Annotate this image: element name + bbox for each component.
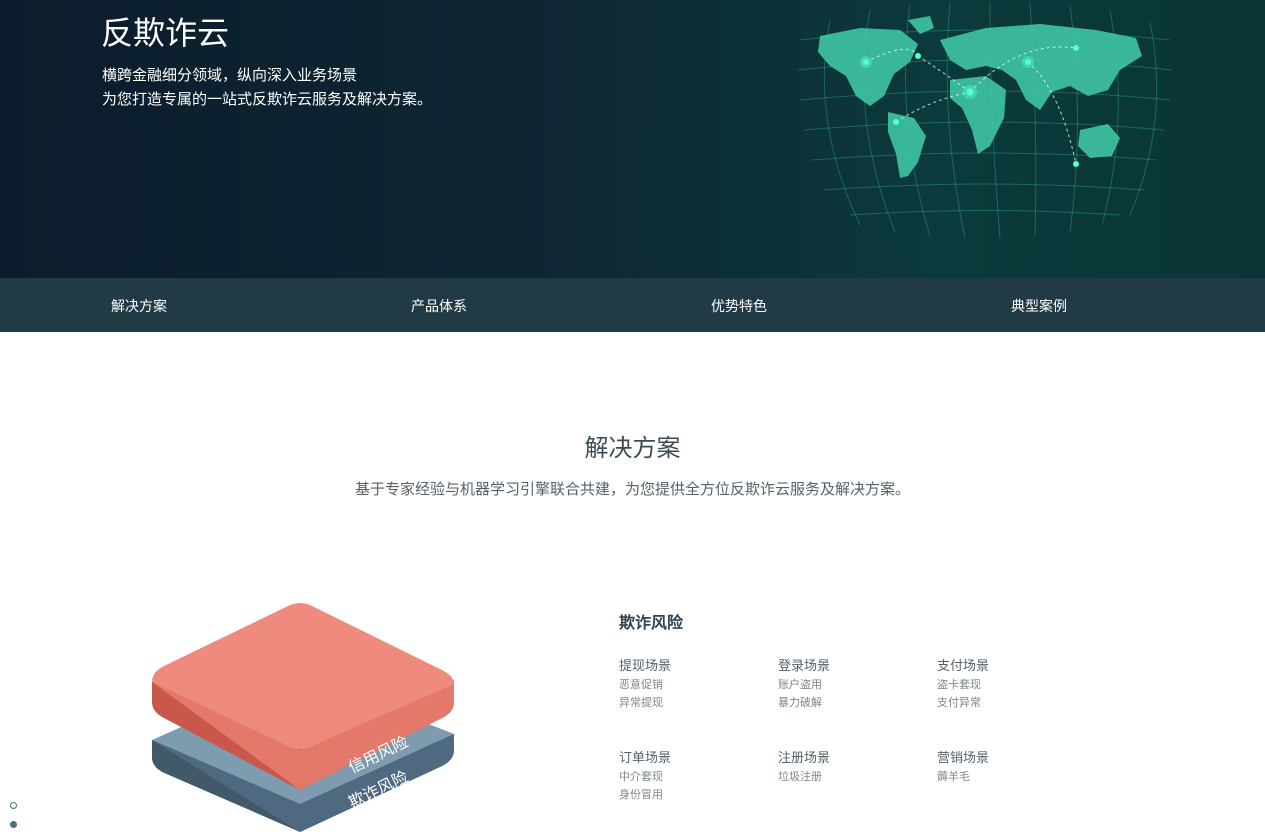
scene-name[interactable]: 提现场景 [619, 655, 769, 674]
scene-name[interactable]: 注册场景 [778, 747, 928, 766]
scene-item[interactable]: 盗卡套现 [937, 678, 1087, 692]
scene-register: 注册场景 垃圾注册 [778, 747, 928, 784]
scene-name[interactable]: 订单场景 [619, 747, 769, 766]
scene-name[interactable]: 登录场景 [778, 655, 928, 674]
scene-item[interactable]: 薅羊毛 [937, 770, 1087, 784]
tab-product-system[interactable]: 产品体系 [411, 296, 467, 316]
hero-banner: 反欺诈云 横跨金融细分领域，纵向深入业务场景 为您打造专属的一站式反欺诈云服务及… [0, 0, 1265, 278]
section-title: 解决方案 [584, 434, 681, 462]
hero-subtitle-line1: 横跨金融细分领域，纵向深入业务场景 [102, 66, 358, 84]
section-tab-bar: 解决方案 产品体系 优势特色 典型案例 [0, 278, 1265, 332]
scene-order: 订单场景 中介套现 身份冒用 [619, 747, 769, 802]
tab-advantages[interactable]: 优势特色 [711, 296, 767, 316]
scene-payment: 支付场景 盗卡套现 支付异常 [937, 655, 1087, 710]
section-subtitle: 基于专家经验与机器学习引擎联合共建，为您提供全方位反欺诈云服务及解决方案。 [354, 480, 910, 498]
scene-item[interactable]: 账户盗用 [778, 678, 928, 692]
scene-item[interactable]: 异常提现 [619, 696, 769, 710]
scene-item[interactable]: 垃圾注册 [778, 770, 928, 784]
scene-name[interactable]: 营销场景 [937, 747, 1087, 766]
scene-item[interactable]: 支付异常 [937, 696, 1087, 710]
hero-title: 反欺诈云 [101, 14, 230, 52]
scene-name[interactable]: 支付场景 [937, 655, 1087, 674]
scene-marketing: 营销场景 薅羊毛 [937, 747, 1087, 784]
scene-item[interactable]: 中介套现 [619, 770, 769, 784]
pagination-dot-2-active[interactable] [10, 821, 17, 828]
tab-cases[interactable]: 典型案例 [1011, 296, 1067, 316]
risk-layers-illustration: 信用风险 欺诈风险 [152, 603, 454, 832]
hero-subtitle-line2: 为您打造专属的一站式反欺诈云服务及解决方案。 [102, 90, 433, 108]
tab-solutions[interactable]: 解决方案 [111, 296, 167, 316]
pagination-dot-1[interactable] [10, 802, 17, 809]
scene-item[interactable]: 身份冒用 [619, 788, 769, 802]
scene-withdraw: 提现场景 恶意促销 异常提现 [619, 655, 769, 710]
scene-login: 登录场景 账户盗用 暴力破解 [778, 655, 928, 710]
risk-title: 欺诈风险 [619, 613, 684, 632]
scene-item[interactable]: 暴力破解 [778, 696, 928, 710]
scene-item[interactable]: 恶意促销 [619, 678, 769, 692]
world-map-illustration [797, 1, 1173, 239]
